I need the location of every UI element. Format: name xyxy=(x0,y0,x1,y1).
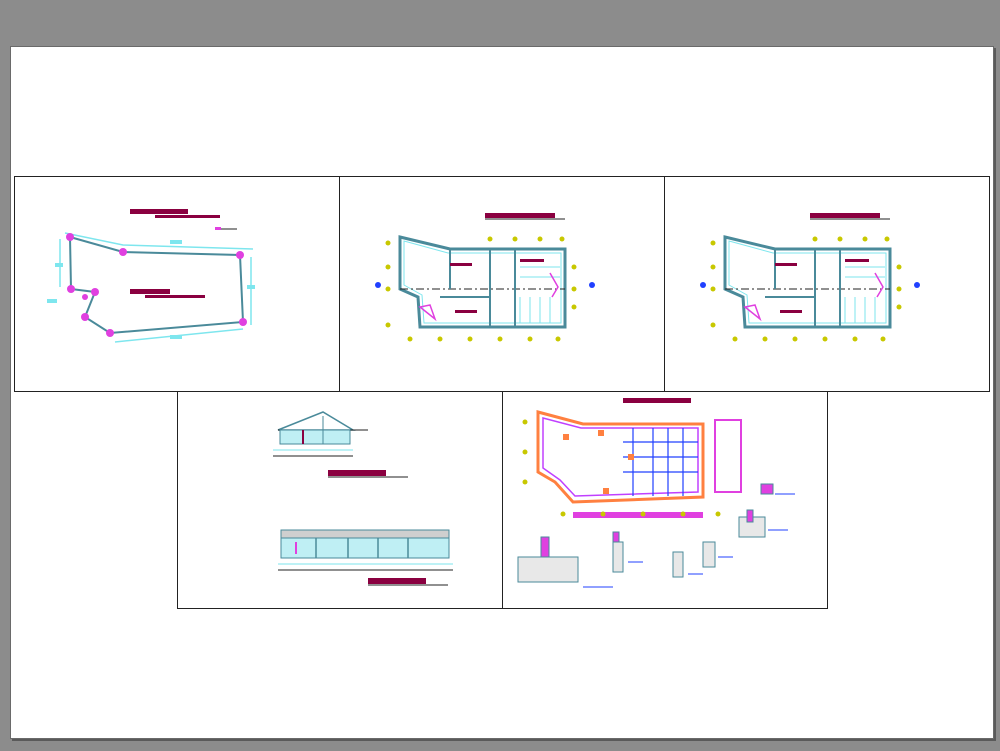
long-elevation xyxy=(280,537,450,559)
frame-elevations[interactable] xyxy=(177,391,503,609)
frame-floor-plan-b[interactable] xyxy=(664,176,990,392)
frame-floor-plan-a[interactable] xyxy=(339,176,665,392)
title-bar xyxy=(623,398,691,403)
title-bar xyxy=(810,213,880,218)
title-bar-2 xyxy=(368,578,426,584)
title-bar xyxy=(130,209,188,214)
frame-site-plan[interactable] xyxy=(14,176,340,392)
site-boundary xyxy=(68,235,245,335)
title-bar xyxy=(485,213,555,218)
area-label xyxy=(130,289,170,294)
title-underline xyxy=(155,215,220,218)
frame-foundation-plan[interactable] xyxy=(502,391,828,609)
elevations-drawing xyxy=(273,411,453,586)
site-plan-drawing xyxy=(47,209,255,343)
roof-profile xyxy=(277,411,356,431)
floor-plan-b-drawing xyxy=(700,213,920,342)
dimension-line xyxy=(64,232,254,250)
title-bar xyxy=(328,470,386,476)
floor-plan-a-drawing xyxy=(375,213,595,342)
foundation-plan-drawing xyxy=(517,398,795,588)
stair-block xyxy=(714,419,742,493)
